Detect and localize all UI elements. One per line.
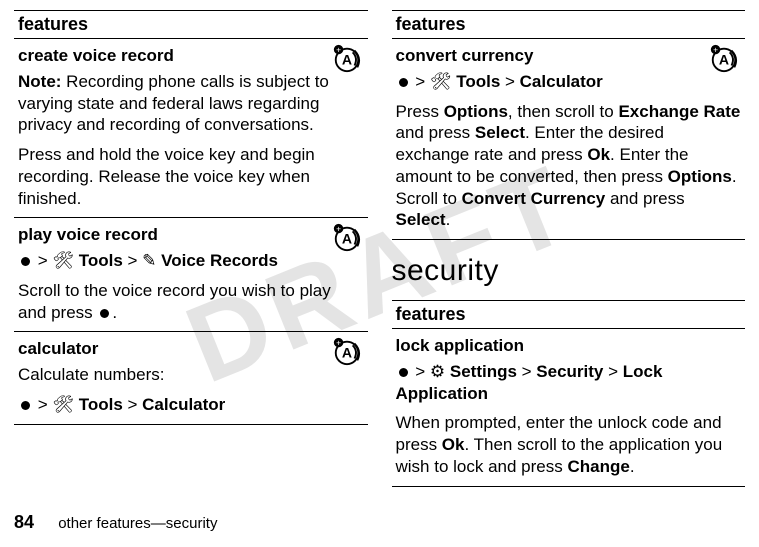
row-instruction: When prompted, enter the unlock code and… <box>396 412 742 477</box>
svg-text:+: + <box>713 44 718 54</box>
nav-security-label: Security <box>536 362 603 381</box>
t: Press <box>396 102 444 121</box>
center-key-icon <box>21 401 30 410</box>
pencil-icon: ✎ <box>142 251 156 270</box>
row-instruction: Press Options, then scroll to Exchange R… <box>396 101 742 232</box>
note-text: Recording phone calls is subject to vary… <box>18 72 329 135</box>
nav-path: > 🛠 Tools > Calculator <box>396 71 742 93</box>
note-label: Note: <box>18 72 61 91</box>
t: and press <box>605 189 684 208</box>
accessibility-icon: A+ <box>332 336 362 372</box>
right-top-table-header: features <box>392 11 746 39</box>
right-top-features-table: features A+ convert currency > 🛠 Tools >… <box>392 10 746 240</box>
t: Convert Currency <box>462 189 606 208</box>
table-row: A+ create voice record Note: Recording p… <box>14 39 368 218</box>
center-key-icon <box>100 309 109 318</box>
row-title: play voice record <box>18 224 364 246</box>
svg-text:A: A <box>719 52 729 68</box>
page-footer: 84 other features—security <box>14 512 217 533</box>
t: . <box>446 210 451 229</box>
svg-text:A: A <box>341 345 351 361</box>
table-row: A+ convert currency > 🛠 Tools > Calculat… <box>392 39 746 240</box>
security-heading: security <box>392 254 746 288</box>
center-key-icon <box>399 78 408 87</box>
svg-text:+: + <box>336 338 341 348</box>
row-title: create voice record <box>18 45 364 67</box>
row-title: convert currency <box>396 45 742 67</box>
svg-text:A: A <box>341 52 351 68</box>
nav-path: > 🛠 Tools > ✎ Voice Records <box>18 250 364 272</box>
left-column: features A+ create voice record Note: Re… <box>14 10 368 501</box>
footer-text: other features—security <box>58 515 217 532</box>
t: and press <box>396 123 475 142</box>
row-instruction: Calculate numbers: <box>18 364 364 386</box>
nav-path: > 🛠 Tools > Calculator <box>18 394 364 416</box>
accessibility-icon: A+ <box>332 222 362 258</box>
left-features-table: features A+ create voice record Note: Re… <box>14 10 368 425</box>
t: Change <box>567 457 629 476</box>
row-instruction: Press and hold the voice key and begin r… <box>18 144 364 209</box>
page-body: features A+ create voice record Note: Re… <box>0 0 759 501</box>
nav-settings-label: Settings <box>450 362 517 381</box>
settings-icon: ⚙ <box>430 362 445 381</box>
table-row: lock application > ⚙ Settings > Security… <box>392 329 746 487</box>
t: , then scroll to <box>508 102 619 121</box>
nav-tools-label: Tools <box>79 395 123 414</box>
t: Select <box>396 210 446 229</box>
row-note: Note: Recording phone calls is subject t… <box>18 71 364 136</box>
t: Exchange Rate <box>618 102 740 121</box>
table-row: A+ calculator Calculate numbers: > 🛠 Too… <box>14 332 368 424</box>
t: Options <box>668 167 732 186</box>
svg-text:+: + <box>336 44 341 54</box>
left-table-header: features <box>14 11 368 39</box>
t: . <box>630 457 635 476</box>
right-bottom-table-header: features <box>392 301 746 329</box>
row-title: calculator <box>18 338 364 360</box>
tools-icon: 🛠 <box>52 251 74 270</box>
accessibility-icon: A+ <box>332 43 362 79</box>
instruction-text-a: Scroll to the voice record you wish to p… <box>18 281 331 322</box>
center-key-icon <box>21 257 30 266</box>
nav-target-label: Calculator <box>520 72 603 91</box>
right-bottom-features-table: features lock application > ⚙ Settings >… <box>392 300 746 487</box>
nav-path: > ⚙ Settings > Security > Lock Applicati… <box>396 361 742 405</box>
svg-text:+: + <box>336 224 341 234</box>
nav-tools-label: Tools <box>79 251 123 270</box>
accessibility-icon: A+ <box>709 43 739 79</box>
table-row: A+ play voice record > 🛠 Tools > ✎ Voice… <box>14 218 368 332</box>
right-column: features A+ convert currency > 🛠 Tools >… <box>392 10 746 501</box>
t: Ok <box>587 145 610 164</box>
instruction-text-b: . <box>112 303 117 322</box>
page-number: 84 <box>14 512 34 532</box>
tools-icon: 🛠 <box>52 395 74 414</box>
row-title: lock application <box>396 335 742 357</box>
row-instruction: Scroll to the voice record you wish to p… <box>18 280 364 324</box>
t: Ok <box>442 435 465 454</box>
nav-target-label: Calculator <box>142 395 225 414</box>
svg-text:A: A <box>341 231 351 247</box>
t: Options <box>444 102 508 121</box>
center-key-icon <box>399 368 408 377</box>
t: Select <box>475 123 525 142</box>
nav-tools-label: Tools <box>456 72 500 91</box>
tools-icon: 🛠 <box>430 72 452 91</box>
nav-target-label: Voice Records <box>161 251 278 270</box>
